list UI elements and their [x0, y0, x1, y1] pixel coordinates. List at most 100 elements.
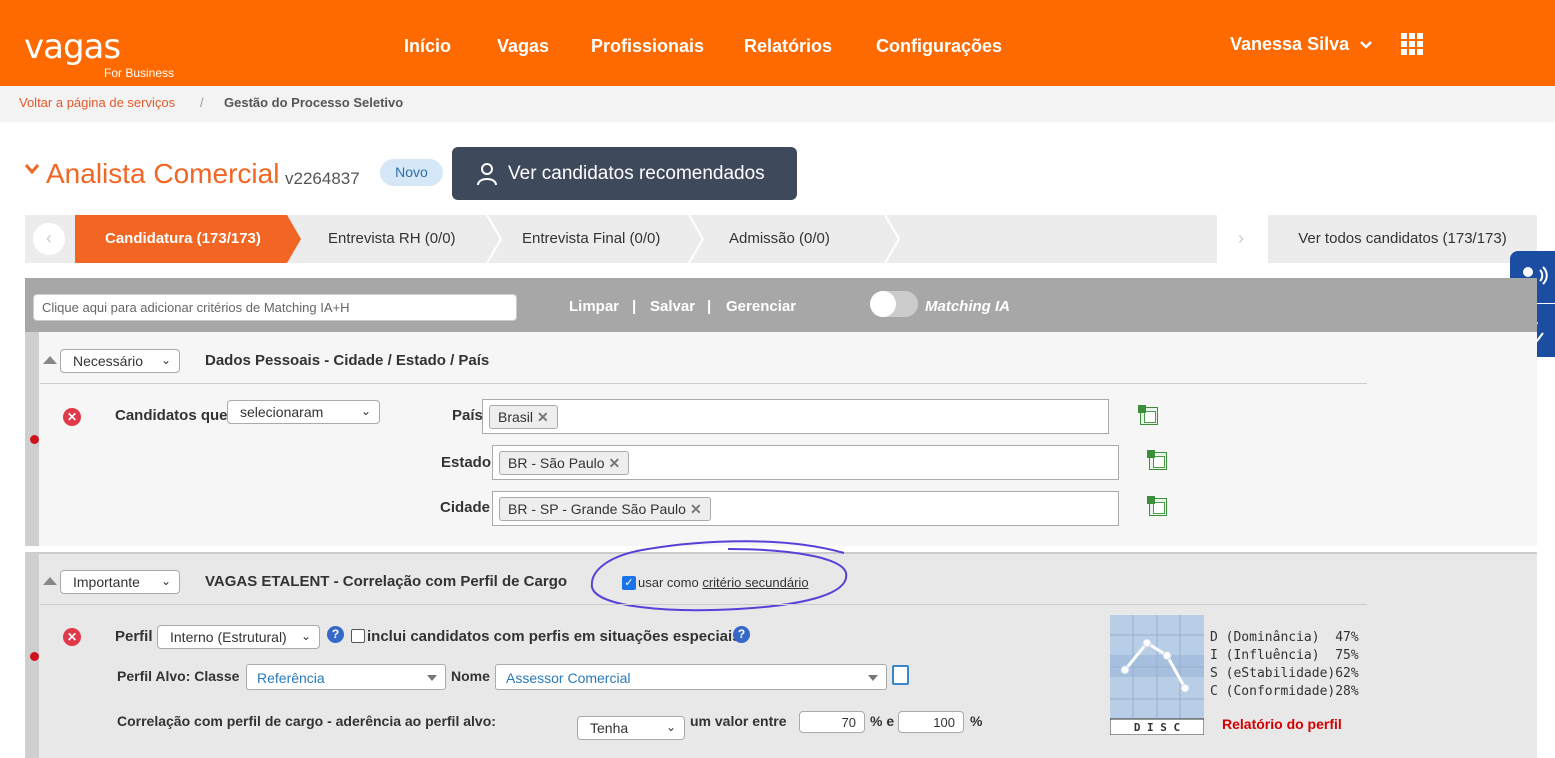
divider: [40, 383, 1367, 384]
priority-select[interactable]: Importante ⌄: [60, 570, 180, 594]
state-field[interactable]: BR - São Paulo ✕: [492, 445, 1119, 480]
job-title: Analista Comercial: [46, 158, 280, 189]
nav-configuracoes[interactable]: Configurações: [876, 36, 1002, 57]
country-field[interactable]: Brasil ✕: [482, 399, 1109, 434]
stage-admissao[interactable]: Admissão (0/0): [729, 230, 830, 247]
correlation-select-value: Tenha: [590, 720, 629, 736]
city-label: Cidade: [440, 499, 491, 516]
user-menu[interactable]: Vanessa Silva: [1230, 34, 1372, 55]
stage-prev-button[interactable]: ‹: [33, 223, 65, 255]
nav-relatorios[interactable]: Relatórios: [744, 36, 832, 57]
collapse-chevron-icon[interactable]: [25, 163, 39, 175]
priority-select-value: Necessário: [73, 353, 144, 369]
target-class-value: Referência: [257, 670, 325, 686]
recommended-candidates-label: Ver candidatos recomendados: [508, 162, 765, 184]
disc-point-0: [1120, 665, 1130, 675]
all-candidates-button[interactable]: Ver todos candidatos (173/173): [1268, 215, 1537, 263]
toolbar-separator: |: [707, 298, 712, 315]
disc-conformity: C (Conformidade)28%: [1210, 684, 1359, 699]
breadcrumb-separator: /: [200, 95, 204, 110]
disc-label: D I S C: [1134, 721, 1180, 734]
stage-entrevista-rh[interactable]: Entrevista RH (0/0): [328, 230, 456, 247]
remove-tag-icon[interactable]: ✕: [537, 409, 549, 425]
required-dot-icon: [30, 652, 39, 661]
profile-select-value: Interno (Estrutural): [170, 629, 287, 645]
breadcrumb-back-link[interactable]: Voltar a página de serviços: [19, 95, 175, 110]
document-icon[interactable]: [892, 665, 909, 685]
correlation-select[interactable]: Tenha ⌄: [577, 716, 685, 740]
toolbar-separator: |: [632, 298, 637, 315]
range-max-input[interactable]: 100: [898, 711, 964, 733]
disc-point-2: [1162, 650, 1172, 660]
top-navbar: vagas For Business Início Vagas Profissi…: [0, 0, 1555, 86]
remove-criterion-icon[interactable]: ✕: [63, 628, 81, 646]
spreadsheet-icon[interactable]: [1147, 496, 1167, 516]
logo-subtitle: For Business: [104, 66, 175, 80]
clear-button[interactable]: Limpar: [569, 298, 619, 315]
chevron-down-icon: ⌄: [160, 353, 171, 367]
remove-criterion-icon[interactable]: ✕: [63, 408, 81, 426]
user-icon: [477, 162, 497, 185]
collapse-triangle-icon[interactable]: [43, 356, 57, 364]
country-tag-label: Brasil: [498, 409, 534, 425]
divider: [40, 604, 1367, 605]
state-label: Estado: [441, 454, 492, 471]
stage-next-button[interactable]: ›: [1225, 223, 1257, 255]
highlight-ellipse-annotation: [590, 540, 848, 612]
candidates-select-value: selecionaram: [240, 404, 324, 420]
breadcrumb-current: Gestão do Processo Seletivo: [224, 95, 404, 110]
state-tag-label: BR - São Paulo: [508, 455, 605, 471]
spreadsheet-icon[interactable]: [1147, 450, 1167, 470]
profile-select[interactable]: Interno (Estrutural) ⌄: [157, 625, 320, 649]
nav-vagas[interactable]: Vagas: [497, 36, 549, 57]
user-name: Vanessa Silva: [1230, 34, 1350, 54]
section-title: Dados Pessoais - Cidade / Estado / País: [205, 352, 490, 369]
special-situations-checkbox[interactable]: [351, 629, 365, 643]
chevron-down-icon: ⌄: [300, 629, 311, 643]
remove-tag-icon[interactable]: ✕: [690, 501, 702, 517]
collapse-triangle-icon[interactable]: [43, 577, 57, 585]
target-class-select[interactable]: Referência: [246, 664, 446, 690]
priority-select[interactable]: Necessário ⌄: [60, 349, 180, 373]
manage-button[interactable]: Gerenciar: [726, 298, 796, 315]
city-field[interactable]: BR - SP - Grande São Paulo ✕: [492, 491, 1119, 526]
nav-inicio[interactable]: Início: [404, 36, 451, 57]
spreadsheet-icon[interactable]: [1138, 405, 1158, 425]
profile-report-link[interactable]: Relatório do perfil: [1222, 716, 1342, 732]
disc-chart: D I S C: [1110, 615, 1204, 735]
range-min-input[interactable]: 70: [799, 711, 865, 733]
name-label: Nome: [451, 668, 490, 684]
city-tag-label: BR - SP - Grande São Paulo: [508, 501, 686, 517]
state-tag: BR - São Paulo ✕: [499, 451, 630, 475]
city-tag: BR - SP - Grande São Paulo ✕: [499, 497, 711, 521]
target-name-select[interactable]: Assessor Comercial: [495, 664, 887, 690]
target-profile-label: Perfil Alvo: Classe: [117, 668, 240, 684]
country-tag: Brasil ✕: [489, 405, 558, 429]
apps-grid-icon[interactable]: [1401, 33, 1423, 55]
help-icon[interactable]: ?: [327, 626, 344, 643]
nav-profissionais[interactable]: Profissionais: [591, 36, 704, 57]
criteria-search-input[interactable]: Clique aqui para adicionar critérios de …: [33, 294, 517, 321]
country-label: País: [452, 407, 483, 424]
chevron-down-icon: [1360, 41, 1372, 49]
chevron-down-icon: ⌄: [360, 404, 371, 418]
stage-candidatura[interactable]: Candidatura (173/173): [105, 230, 261, 247]
required-dot-icon: [30, 435, 39, 444]
target-name-value: Assessor Comercial: [506, 670, 631, 686]
range-mid-label: % e: [870, 713, 895, 729]
priority-select-value: Importante: [73, 574, 140, 590]
recommended-candidates-button[interactable]: Ver candidatos recomendados: [452, 147, 797, 200]
disc-point-1: [1142, 638, 1152, 648]
chevron-down-icon: ⌄: [665, 720, 676, 734]
disc-influence: I (Influência) 75%: [1210, 648, 1359, 663]
matching-ia-toggle[interactable]: [870, 291, 918, 317]
vagas-logo[interactable]: vagas For Business: [24, 27, 174, 80]
save-button[interactable]: Salvar: [650, 298, 695, 315]
logo-text: vagas: [24, 27, 121, 67]
remove-tag-icon[interactable]: ✕: [609, 455, 621, 471]
candidates-select[interactable]: selecionaram ⌄: [227, 400, 380, 424]
disc-dominance: D (Dominância) 47%: [1210, 630, 1359, 645]
help-icon[interactable]: ?: [733, 626, 750, 643]
caret-down-icon: [427, 675, 437, 681]
stage-entrevista-final[interactable]: Entrevista Final (0/0): [522, 230, 660, 247]
